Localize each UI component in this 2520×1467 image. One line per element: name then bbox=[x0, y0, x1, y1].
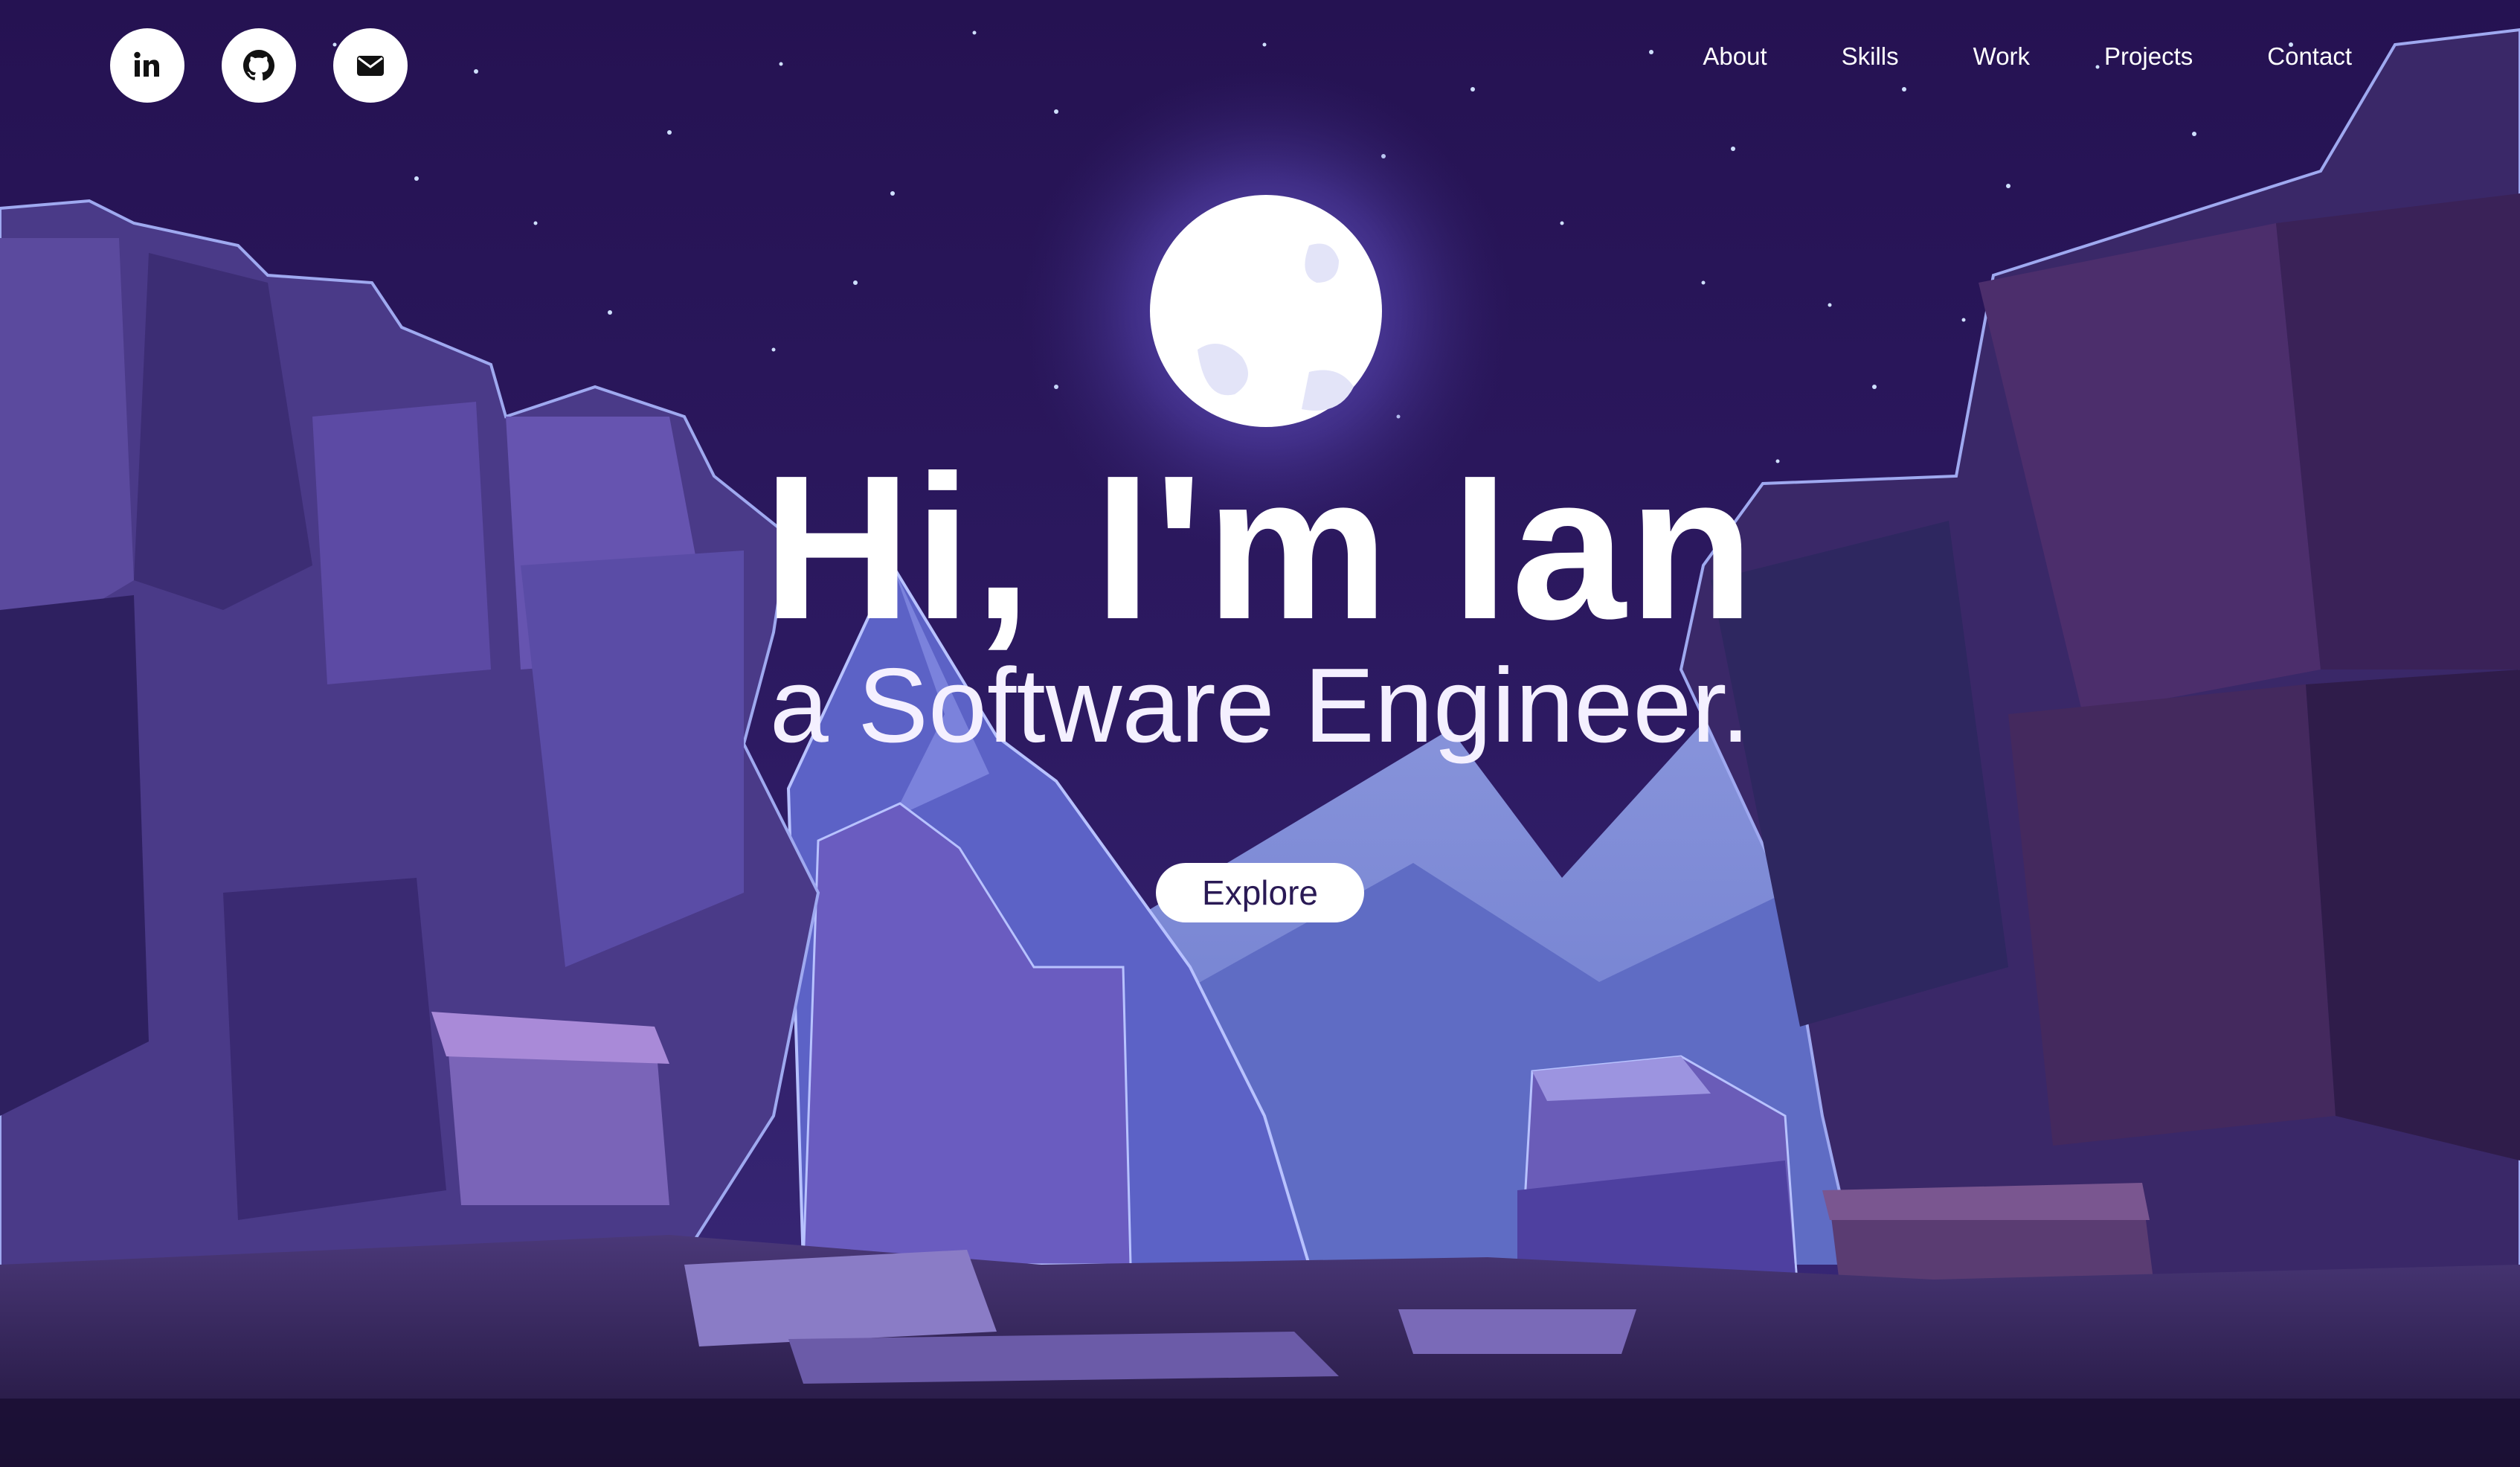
github-button[interactable] bbox=[222, 28, 296, 103]
hero-subtitle: a Software Engineer. bbox=[769, 646, 1751, 765]
nav-projects[interactable]: Projects bbox=[2104, 42, 2193, 71]
nav-about[interactable]: About bbox=[1703, 42, 1767, 71]
top-nav: About Skills Work Projects Contact bbox=[1703, 42, 2352, 71]
social-links bbox=[110, 28, 408, 103]
nav-skills[interactable]: Skills bbox=[1842, 42, 1899, 71]
hero-title: Hi, I'm Ian bbox=[762, 433, 1758, 662]
nav-work[interactable]: Work bbox=[1973, 42, 2030, 71]
moon bbox=[1150, 195, 1382, 427]
github-icon bbox=[243, 50, 274, 81]
explore-button[interactable]: Explore bbox=[1156, 863, 1364, 922]
linkedin-button[interactable] bbox=[110, 28, 184, 103]
mail-icon bbox=[357, 56, 384, 76]
nav-contact[interactable]: Contact bbox=[2267, 42, 2352, 71]
hero-page: About Skills Work Projects Contact Hi, I… bbox=[0, 0, 2520, 1467]
hero-section: Hi, I'm Ian a Software Engineer. Explore bbox=[0, 445, 2520, 922]
email-button[interactable] bbox=[333, 28, 408, 103]
linkedin-icon bbox=[134, 51, 159, 77]
